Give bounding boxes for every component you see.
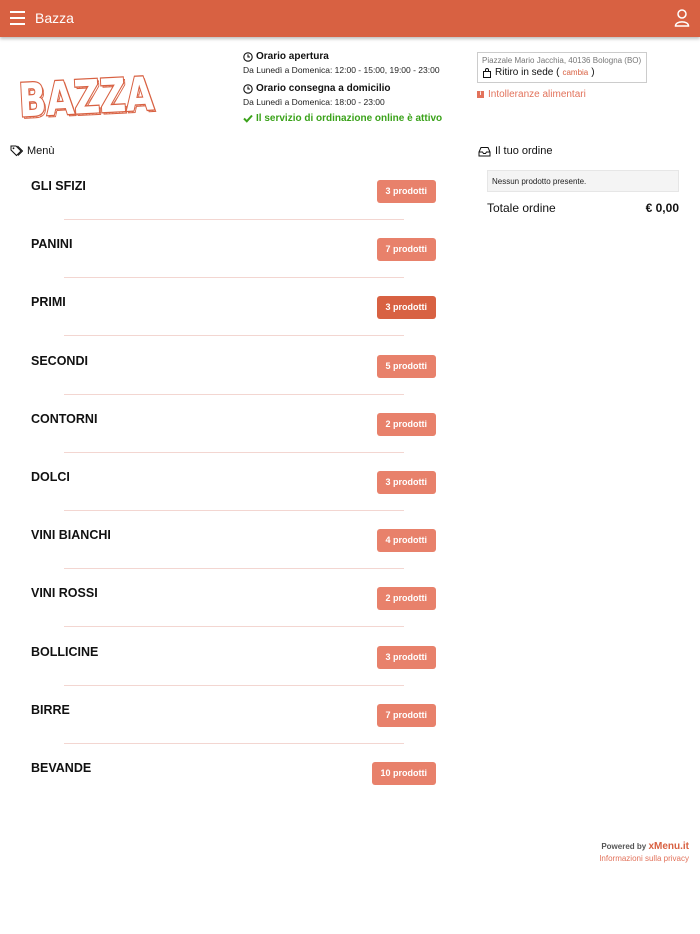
menu-category[interactable]: VINI ROSSI 2 prodotti — [31, 586, 436, 644]
product-count-badge[interactable]: 3 prodotti — [376, 471, 436, 494]
menu-category[interactable]: CONTORNI 2 prodotti — [31, 412, 436, 470]
product-count-badge[interactable]: 5 prodotti — [376, 354, 436, 378]
menu-category[interactable]: BIRRE 7 prodotti — [31, 703, 436, 761]
opening-hours-text: Da Lunedì a Domenica: 12:00 - 15:00, 19:… — [243, 65, 440, 75]
order-total-label: Totale ordine — [487, 201, 556, 215]
divider — [64, 684, 404, 686]
top-bar: Bazza — [0, 0, 700, 37]
pickup-mode: Ritiro in sede (cambia) — [482, 67, 642, 78]
category-name: DOLCI — [31, 470, 70, 484]
location-box: Piazzale Mario Jacchia, 40136 Bologna (B… — [477, 52, 647, 83]
hamburger-icon[interactable] — [10, 11, 25, 25]
order-total-value: € 0,00 — [645, 201, 679, 215]
powered-by: Powered by xMenu.it — [601, 841, 689, 852]
online-status: Il servizio di ordinazione online è atti… — [243, 113, 453, 124]
category-name: SECONDI — [31, 353, 88, 368]
address-text: Piazzale Mario Jacchia, 40136 Bologna (B… — [482, 56, 642, 65]
inbox-icon — [478, 146, 491, 156]
product-count-badge[interactable]: 4 prodotti — [376, 529, 436, 553]
product-count-badge[interactable]: 3 prodotti — [376, 296, 436, 320]
logo-text: BAZZA — [17, 67, 155, 125]
menu-header: Menù — [10, 145, 55, 157]
product-count-badge[interactable]: 2 prodotti — [376, 412, 436, 436]
menu-category[interactable]: PANINI 7 prodotti — [31, 237, 436, 295]
product-count-badge[interactable]: 3 prodotti — [376, 645, 436, 669]
delivery-hours-title: Orario consegna a domicilio — [243, 83, 453, 94]
category-name: BEVANDE — [31, 761, 92, 775]
menu-category[interactable]: PRIMI 3 prodotti — [31, 295, 436, 353]
order-empty-message: Nessun prodotto presente. — [487, 170, 679, 192]
delivery-hours-text: Da Lunedì a Domenica: 18:00 - 23:00 — [243, 97, 385, 107]
divider — [64, 219, 404, 220]
product-count-badge[interactable]: 2 prodotti — [376, 587, 436, 611]
intolerances-link[interactable]: i Intolleranze alimentari — [477, 89, 586, 100]
category-name: BOLLICINE — [31, 644, 99, 659]
divider — [64, 626, 404, 628]
menu-category[interactable]: GLI SFIZI 3 prodotti — [31, 179, 436, 237]
divider — [64, 510, 404, 511]
category-name: CONTORNI — [31, 411, 98, 426]
user-icon[interactable] — [674, 9, 690, 27]
clock-icon — [243, 51, 253, 62]
category-name: GLI SFIZI — [31, 179, 86, 193]
shopping-bag-icon — [483, 67, 491, 78]
divider — [64, 277, 404, 279]
xmenu-link[interactable]: xMenu.it — [648, 841, 689, 852]
tags-icon — [10, 145, 23, 157]
menu-category[interactable]: VINI BIANCHI 4 prodotti — [31, 528, 436, 586]
divider — [64, 568, 404, 570]
divider — [64, 742, 404, 744]
clock-icon — [243, 83, 253, 94]
divider — [64, 335, 404, 337]
order-header: Il tuo ordine — [478, 145, 552, 157]
privacy-link[interactable]: Informazioni sulla privacy — [599, 854, 689, 863]
info-icon: i — [477, 91, 484, 98]
category-name: VINI BIANCHI — [31, 528, 111, 543]
category-name: VINI ROSSI — [31, 586, 98, 601]
divider — [64, 451, 404, 453]
product-count-badge[interactable]: 7 prodotti — [376, 238, 436, 262]
app-title: Bazza — [35, 10, 74, 26]
category-name: BIRRE — [31, 702, 70, 717]
menu-category[interactable]: BEVANDE 10 prodotti — [31, 761, 436, 819]
opening-hours-title: Orario apertura — [243, 51, 453, 62]
product-count-badge[interactable]: 7 prodotti — [376, 703, 436, 727]
menu-category[interactable]: BOLLICINE 3 prodotti — [31, 645, 436, 703]
menu-category[interactable]: DOLCI 3 prodotti — [31, 470, 436, 528]
product-count-badge[interactable]: 3 prodotti — [376, 180, 436, 203]
hours-panel: Orario apertura Da Lunedì a Domenica: 12… — [243, 51, 453, 124]
menu-category[interactable]: SECONDI 5 prodotti — [31, 354, 436, 412]
product-count-badge[interactable]: 10 prodotti — [371, 762, 436, 785]
check-icon — [243, 114, 253, 123]
category-name: PRIMI — [31, 295, 66, 310]
divider — [64, 393, 404, 395]
bazza-logo: BAZZA BAZZA — [17, 66, 157, 125]
change-link[interactable]: cambia — [562, 68, 588, 77]
category-name: PANINI — [31, 237, 73, 252]
